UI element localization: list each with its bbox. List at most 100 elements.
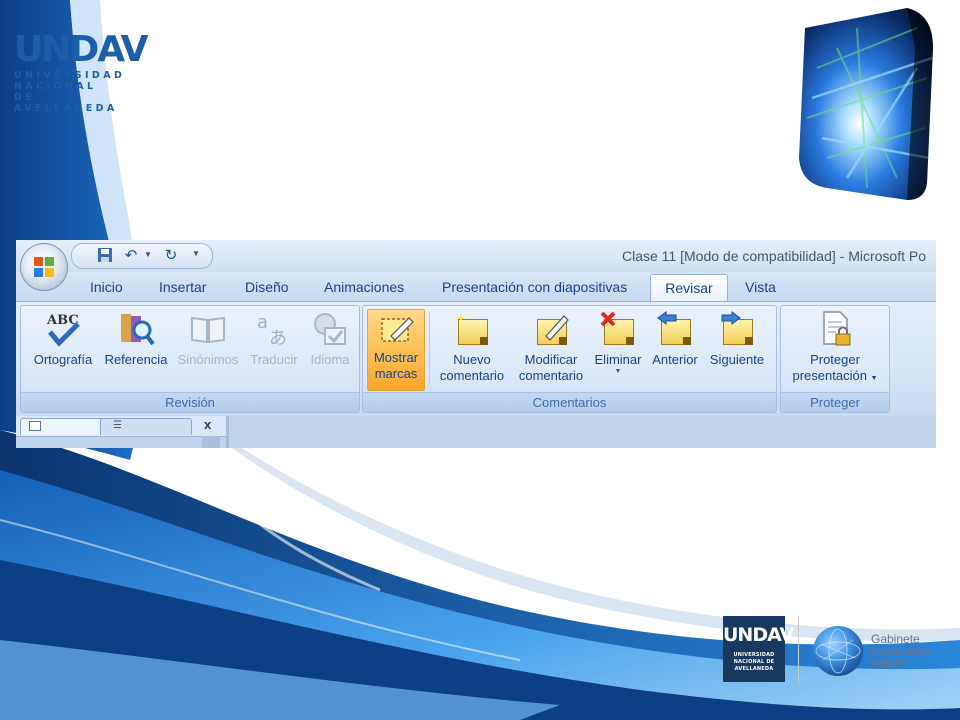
- eliminar-dropdown-icon: ▼: [614, 368, 622, 375]
- tab-revisar-label: Revisar: [665, 280, 713, 296]
- tab-vista[interactable]: Vista: [745, 279, 776, 295]
- close-pane-button[interactable]: x: [204, 417, 211, 432]
- slides-icon: [29, 421, 41, 431]
- proteger-presentacion-line1: Proteger: [810, 352, 860, 367]
- siguiente-button[interactable]: Siguiente: [705, 310, 769, 368]
- modificar-comentario-line2: comentario: [518, 368, 584, 383]
- mostrar-marcas-button[interactable]: Mostrar marcas: [367, 309, 425, 391]
- group-separator: [429, 312, 430, 384]
- pane-splitter[interactable]: [226, 416, 229, 448]
- tab-diseno[interactable]: Diseño: [245, 279, 289, 295]
- undo-icon[interactable]: ↶: [122, 247, 140, 265]
- tab-inicio[interactable]: Inicio: [90, 279, 123, 295]
- decorative-light-cube: [799, 8, 933, 200]
- office-logo-icon: [34, 257, 54, 277]
- nuevo-comentario-button[interactable]: Nuevo comentario: [435, 310, 509, 384]
- office-button[interactable]: [20, 243, 68, 291]
- undav-logo-line: UNIVERSIDAD: [14, 70, 126, 81]
- gabinete-informatico-text: Gabinete Informático UNDAV: [871, 633, 930, 671]
- mostrar-marcas-line2: marcas: [374, 366, 418, 381]
- referencia-label: Referencia: [104, 352, 168, 367]
- sinonimos-label: Sinónimos: [177, 352, 239, 367]
- previous-comment-icon: [656, 310, 694, 348]
- eliminar-button[interactable]: Eliminar ▼: [591, 310, 645, 376]
- language-icon: [311, 310, 349, 348]
- save-icon[interactable]: [96, 247, 114, 265]
- undav-logo-line: AVELLANEDA: [14, 103, 118, 114]
- svg-text:a: a: [257, 312, 268, 333]
- footer-undav-line: AVELLANEDA: [734, 666, 774, 672]
- traducir-button[interactable]: aあ Traducir: [245, 310, 303, 368]
- title-bar: ↶ ▼ ↻ ▼ Clase 11 [Modo de compatibilidad…: [16, 240, 936, 272]
- thesaurus-icon: [189, 310, 227, 348]
- group-proteger-label: Proteger: [781, 392, 889, 412]
- referencia-button[interactable]: Referencia: [101, 310, 171, 368]
- tab-revisar[interactable]: Revisar: [650, 274, 728, 304]
- tab-insertar[interactable]: Insertar: [159, 279, 206, 295]
- informatico-line: Informático: [871, 644, 931, 658]
- spellcheck-icon: ABC: [44, 310, 82, 348]
- footer-divider: [798, 616, 799, 684]
- proteger-presentacion-line2: presentación: [792, 368, 867, 383]
- edit-comment-icon: [532, 310, 570, 348]
- group-revision-label: Revisión: [21, 392, 359, 412]
- anterior-button[interactable]: Anterior: [647, 310, 703, 368]
- globe-icon: [813, 626, 863, 676]
- tab-presentacion[interactable]: Presentación con diapositivas: [442, 279, 627, 295]
- new-comment-icon: [453, 310, 491, 348]
- anterior-label: Anterior: [652, 352, 698, 367]
- footer-undav-word: UNDAV: [723, 624, 794, 646]
- undav-logo: UNDAV UNIVERSIDAD NACIONAL DE AVELLANEDA: [14, 29, 149, 115]
- nuevo-comentario-label: Nuevo comentario: [435, 352, 509, 384]
- footer-undav-line: UNIVERSIDAD: [733, 652, 775, 658]
- translate-icon: aあ: [255, 310, 293, 349]
- mostrar-marcas-label: Mostrar marcas: [368, 350, 424, 382]
- show-markup-icon: [377, 310, 415, 348]
- proteger-presentacion-button[interactable]: Proteger presentación ▼: [785, 310, 885, 387]
- footer-undav-line: NACIONAL DE: [733, 659, 775, 665]
- next-comment-icon: [718, 310, 756, 348]
- pane-scrollbar[interactable]: [202, 436, 220, 448]
- idioma-button[interactable]: Idioma: [305, 310, 355, 368]
- undav-logo-line: NACIONAL DE: [14, 81, 97, 103]
- modificar-comentario-button[interactable]: Modificar comentario: [513, 310, 589, 384]
- research-icon: [117, 310, 155, 348]
- proteger-presentacion-label: Proteger presentación ▼: [785, 352, 885, 387]
- ortografia-label: Ortografía: [33, 352, 93, 367]
- eliminar-label: Eliminar: [594, 352, 642, 367]
- ribbon-tabs: Inicio Insertar Diseño Animaciones Prese…: [16, 272, 936, 304]
- footer-undav-logo: UNDAV UNIVERSIDAD NACIONAL DE AVELLANEDA: [723, 616, 794, 682]
- sinonimos-button[interactable]: Sinónimos: [173, 310, 243, 368]
- traducir-label: Traducir: [250, 352, 298, 367]
- protect-presentation-icon: [816, 310, 854, 348]
- mostrar-marcas-line1: Mostrar: [373, 350, 419, 365]
- nuevo-comentario-line2: comentario: [439, 368, 505, 383]
- customize-qat-icon[interactable]: ▼: [192, 249, 200, 258]
- delete-comment-icon: [599, 310, 637, 348]
- group-proteger: Proteger presentación ▼ Proteger: [780, 305, 890, 413]
- window-title: Clase 11 [Modo de compatibilidad] - Micr…: [622, 248, 926, 264]
- tab-outline[interactable]: ☰: [100, 418, 192, 435]
- group-comentarios-label: Comentarios: [363, 392, 776, 412]
- modificar-comentario-line1: Modificar: [524, 352, 578, 367]
- idioma-label: Idioma: [310, 352, 350, 367]
- group-comentarios: Mostrar marcas Nuevo comentario Modifica…: [362, 305, 777, 413]
- svg-text:あ: あ: [269, 328, 287, 348]
- tab-slides[interactable]: [20, 418, 106, 435]
- tab-animaciones[interactable]: Animaciones: [324, 279, 404, 295]
- siguiente-label: Siguiente: [709, 352, 765, 367]
- nuevo-comentario-line1: Nuevo: [453, 352, 491, 367]
- outline-icon: ☰: [113, 420, 122, 431]
- ortografia-button[interactable]: ABC Ortografía: [27, 310, 99, 368]
- slides-outline-tabs: ☰ x: [16, 416, 226, 437]
- powerpoint-ribbon-screenshot: ↶ ▼ ↻ ▼ Clase 11 [Modo de compatibilidad…: [16, 240, 936, 448]
- undav-logo-word: UNDAV: [14, 29, 149, 70]
- slides-pane-area: ☰ x: [16, 416, 936, 448]
- ribbon-panel: ABC Ortografía Referencia Sinónimos aあ T…: [16, 301, 936, 416]
- redo-icon[interactable]: ↻: [162, 247, 180, 265]
- proteger-dropdown-icon: ▼: [870, 375, 878, 382]
- modificar-comentario-label: Modificar comentario: [513, 352, 589, 384]
- gabinete-undav-line: UNDAV: [871, 659, 906, 670]
- undo-dropdown-icon[interactable]: ▼: [144, 250, 152, 259]
- group-revision: ABC Ortografía Referencia Sinónimos aあ T…: [20, 305, 360, 413]
